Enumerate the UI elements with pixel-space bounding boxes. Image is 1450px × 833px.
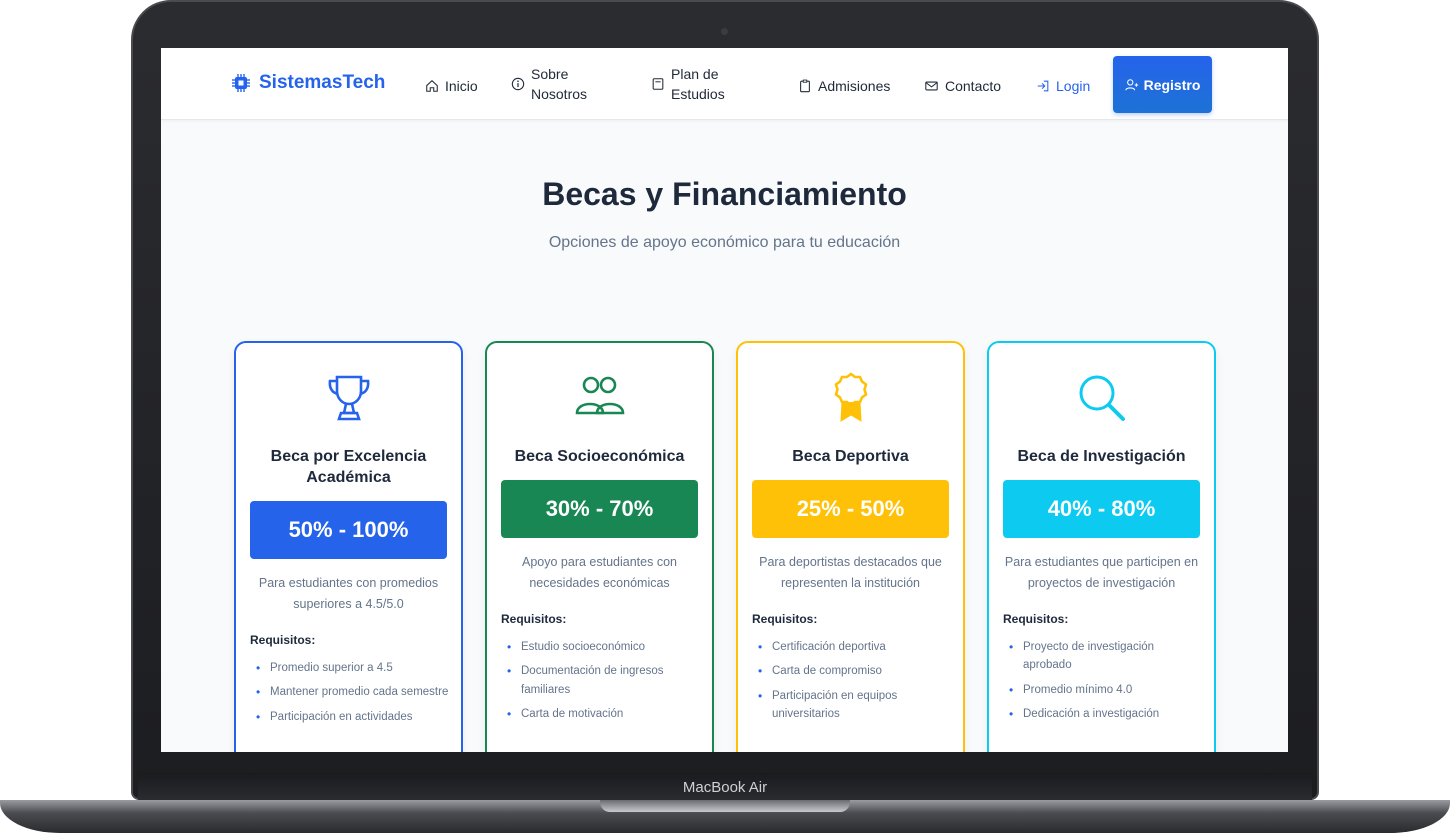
nav-sobre-line2: Nosotros <box>531 86 588 103</box>
browser-viewport: SistemasTech Inicio Sobre Nosotros Plan … <box>161 48 1288 752</box>
requirement-item: Carta de compromiso <box>752 662 952 682</box>
nav-plan-line1: Plan de <box>671 66 719 82</box>
scholarship-card-socioeconomic: Beca Socioeconómica 30% - 70% Apoyo para… <box>485 341 714 752</box>
requirements-list: Certificación deportiva Carta de comprom… <box>752 638 952 730</box>
register-button[interactable]: Registro <box>1113 56 1212 113</box>
brand-logo[interactable]: SistemasTech <box>231 72 385 94</box>
nav-login-label: Login <box>1056 78 1091 94</box>
requirements-list: Estudio socioeconómico Documentación de … <box>501 638 701 730</box>
nav-sobre-label: Sobre Nosotros <box>531 64 587 105</box>
requirement-item: Documentación de ingresos familiares <box>501 662 701 699</box>
discount-range-badge: 25% - 50% <box>752 480 949 538</box>
card-description: Para estudiantes con promedios superiore… <box>258 576 439 612</box>
info-icon <box>511 78 525 91</box>
nav-admisiones[interactable]: Admisiones <box>798 76 890 96</box>
book-icon <box>652 78 664 91</box>
card-icon-wrap <box>738 371 963 425</box>
requirement-item: Participación en actividades <box>250 708 450 728</box>
webcam <box>721 28 728 35</box>
requirements-label: Requisitos: <box>1003 612 1069 626</box>
nav-plan-estudios[interactable]: Plan de Estudios <box>651 64 725 105</box>
cpu-icon <box>232 74 250 92</box>
nav-sobre-nosotros[interactable]: Sobre Nosotros <box>511 64 587 105</box>
brand-name: SistemasTech <box>259 72 386 93</box>
scholarship-card-sports: Beca Deportiva 25% - 50% Para deportista… <box>736 341 965 752</box>
card-title: Beca Socioeconómica <box>514 448 685 465</box>
envelope-icon <box>925 81 938 91</box>
nav-admisiones-label: Admisiones <box>818 78 891 94</box>
scholarship-card-research: Beca de Investigación 40% - 80% Para est… <box>987 341 1216 752</box>
discount-range-badge: 40% - 80% <box>1003 480 1200 538</box>
card-title: Beca por Excelencia Académica <box>270 448 427 486</box>
people-icon <box>575 376 624 415</box>
nav-sobre-line1: Sobre <box>531 66 569 82</box>
requirement-item: Participación en equipos universitarios <box>752 687 952 724</box>
card-icon-wrap <box>487 371 712 425</box>
card-title: Beca de Investigación <box>1017 448 1186 465</box>
requirement-item: Promedio superior a 4.5 <box>250 659 450 679</box>
requirements-list: Promedio superior a 4.5 Mantener promedi… <box>250 659 450 732</box>
user-plus-icon <box>1124 78 1138 90</box>
clipboard-icon <box>800 79 810 93</box>
search-icon <box>1079 375 1125 421</box>
login-icon <box>1037 80 1049 92</box>
page-title: Becas y Financiamiento <box>542 176 907 212</box>
page-subtitle: Opciones de apoyo económico para tu educ… <box>548 234 901 251</box>
requirements-label: Requisitos: <box>752 612 818 626</box>
nav-contacto-label: Contacto <box>945 78 1002 94</box>
scholarship-card-excellence: Beca por Excelencia Académica 50% - 100%… <box>234 341 463 752</box>
requirement-item: Proyecto de investigación aprobado <box>1003 638 1203 675</box>
device-label: MacBook Air <box>682 779 768 796</box>
requirement-item: Mantener promedio cada semestre <box>250 683 450 703</box>
card-description: Apoyo para estudiantes con necesidades e… <box>522 555 677 591</box>
nav-inicio-label: Inicio <box>445 78 478 94</box>
requirements-label: Requisitos: <box>501 612 567 626</box>
discount-range-badge: 30% - 70% <box>501 480 698 538</box>
laptop-notch <box>600 800 850 812</box>
requirements-label: Requisitos: <box>250 633 316 647</box>
nav-contacto[interactable]: Contacto <box>924 76 1001 96</box>
register-label: Registro <box>1143 76 1201 93</box>
nav-plan-label: Plan de Estudios <box>671 64 725 105</box>
requirement-item: Estudio socioeconómico <box>501 638 701 658</box>
laptop-device: SistemasTech Inicio Sobre Nosotros Plan … <box>0 0 1450 833</box>
requirement-item: Dedicación a investigación <box>1003 705 1203 725</box>
award-icon <box>833 372 868 422</box>
nav-inicio[interactable]: Inicio <box>425 76 478 96</box>
nav-plan-line2: Estudios <box>671 86 725 103</box>
requirement-item: Promedio mínimo 4.0 <box>1003 681 1203 701</box>
requirement-item: Certificación deportiva <box>752 638 952 658</box>
requirements-list: Proyecto de investigación aprobado Prome… <box>1003 638 1203 730</box>
card-title: Beca Deportiva <box>792 448 909 465</box>
laptop-hinge: MacBook Air <box>138 773 1312 801</box>
requirement-item: Carta de motivación <box>501 705 701 725</box>
card-icon-wrap <box>989 371 1214 425</box>
nav-login[interactable]: Login <box>1036 76 1090 96</box>
discount-range-badge: 50% - 100% <box>250 501 447 559</box>
navbar: SistemasTech Inicio Sobre Nosotros Plan … <box>161 48 1288 120</box>
trophy-icon <box>328 375 369 421</box>
card-icon-wrap <box>236 371 461 425</box>
home-icon <box>426 80 438 92</box>
card-description: Para deportistas destacados que represen… <box>759 555 942 591</box>
card-description: Para estudiantes que participen en proye… <box>1004 555 1199 591</box>
